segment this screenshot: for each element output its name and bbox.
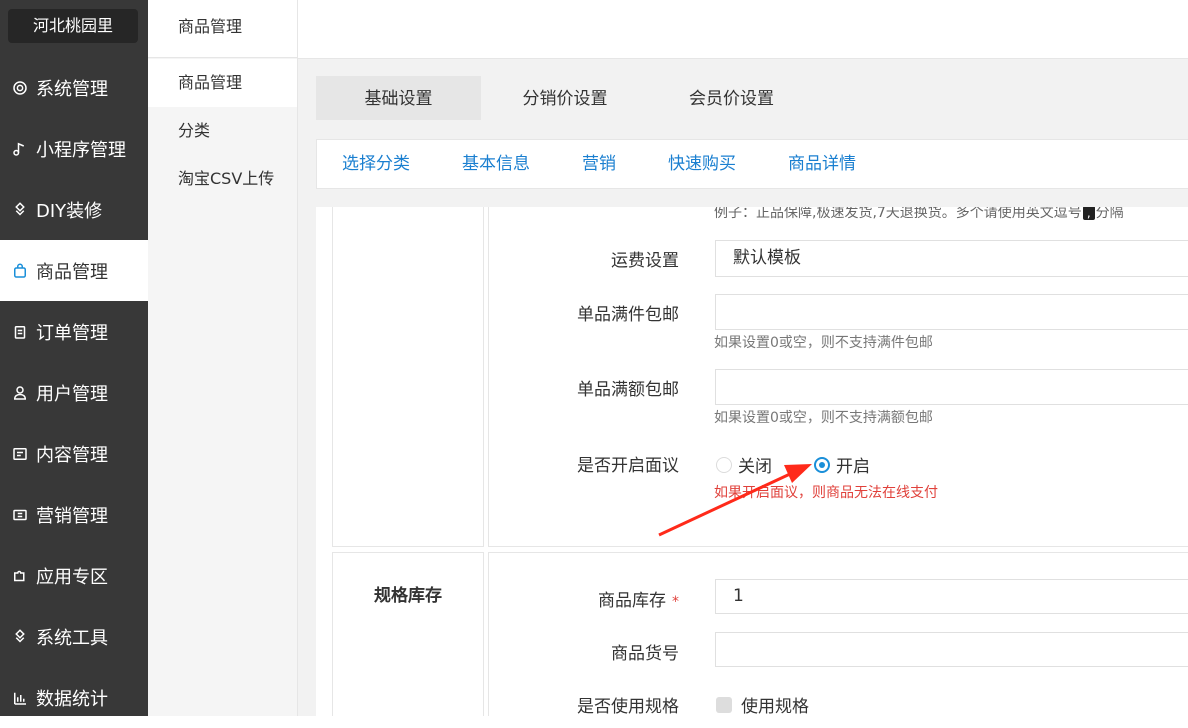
negotiate-off-radio[interactable]: 关闭 bbox=[716, 452, 772, 477]
tools-icon bbox=[10, 627, 30, 647]
free-pieces-input[interactable] bbox=[715, 294, 1188, 330]
ticket-icon bbox=[10, 505, 30, 525]
main-sidebar: 河北桃园里 系统管理小程序管理 DIY装修商品管理订单管理用户管理内容管理营销管理… bbox=[0, 0, 148, 716]
gear-icon bbox=[10, 78, 30, 98]
diamond-grid-icon bbox=[10, 200, 30, 220]
comma-key-badge: , bbox=[1082, 207, 1095, 220]
sidebar-item-label: 系统工具 bbox=[36, 627, 108, 649]
use-spec-label: 是否使用规格 bbox=[577, 697, 679, 716]
tab-marketing[interactable]: 营销 bbox=[582, 140, 616, 188]
sidebar-item-0[interactable]: 系统管理 bbox=[0, 57, 148, 118]
stock-input[interactable]: 1 bbox=[715, 579, 1188, 614]
brand-logo[interactable]: 河北桃园里 bbox=[8, 9, 138, 43]
stock-label-text: 商品库存 bbox=[598, 591, 666, 611]
sub-item-category[interactable]: 分类 bbox=[148, 107, 297, 155]
free-amount-hint: 如果设置0或空，则不支持满额包邮 bbox=[714, 410, 933, 426]
shipping-template-select[interactable]: 默认模板 bbox=[715, 240, 1188, 277]
free-pieces-hint: 如果设置0或空，则不支持满件包邮 bbox=[714, 335, 933, 351]
use-spec-checkbox-label: 使用规格 bbox=[741, 697, 809, 716]
tab-basic-info[interactable]: 基本信息 bbox=[462, 140, 530, 188]
clipboard-icon bbox=[10, 322, 30, 342]
checkbox-box bbox=[716, 696, 732, 713]
sidebar-item-label: DIY装修 bbox=[36, 200, 103, 222]
negotiate-hint: 如果开启面议，则商品无法在线支付 bbox=[714, 485, 938, 501]
bag-icon bbox=[10, 261, 30, 281]
sidebar-item-label: 用户管理 bbox=[36, 383, 108, 405]
sidebar-item-1[interactable]: 小程序管理 bbox=[0, 118, 148, 179]
spec-section-title: 规格库存 bbox=[374, 586, 442, 606]
bar-chart-icon bbox=[10, 688, 30, 708]
sidebar-item-label: 营销管理 bbox=[36, 505, 108, 527]
shipping-label: 运费设置 bbox=[611, 251, 679, 271]
radio-dot-selected bbox=[814, 456, 830, 473]
sub-item-goods-manage[interactable]: 商品管理 bbox=[148, 59, 297, 107]
service-tags-hint: 例子：正品保障,极速发货,7天退换货。多个请使用英文逗号, 分隔 bbox=[714, 207, 1124, 222]
tab-select-category[interactable]: 选择分类 bbox=[342, 140, 410, 188]
sku-input[interactable] bbox=[715, 632, 1188, 667]
sidebar-item-8[interactable]: 应用专区 bbox=[0, 545, 148, 606]
sku-label: 商品货号 bbox=[611, 644, 679, 664]
negotiate-on-label: 开启 bbox=[836, 457, 870, 477]
music-note-icon bbox=[10, 139, 30, 159]
sidebar-item-10[interactable]: 数据统计 bbox=[0, 667, 148, 728]
form-panel: 例子：正品保障,极速发货,7天退换货。多个请使用英文逗号, 分隔 运费设置 默认模… bbox=[316, 207, 1188, 716]
puzzle-icon bbox=[10, 566, 30, 586]
sub-item-taobao-csv-upload[interactable]: 淘宝CSV上传 bbox=[148, 155, 297, 203]
top-bar bbox=[298, 0, 1188, 59]
sidebar-item-label: 应用专区 bbox=[36, 566, 108, 588]
free-amount-input[interactable] bbox=[715, 369, 1188, 405]
radio-dot bbox=[716, 456, 732, 473]
negotiate-label: 是否开启面议 bbox=[577, 456, 679, 476]
negotiate-on-radio[interactable]: 开启 bbox=[814, 452, 870, 477]
user-icon bbox=[10, 383, 30, 403]
tab-member-price[interactable]: 会员价设置 bbox=[649, 76, 814, 120]
marketing-fields-cell: 例子：正品保障,极速发货,7天退换货。多个请使用英文逗号, 分隔 运费设置 默认模… bbox=[488, 207, 1188, 547]
tab-quick-buy[interactable]: 快速购买 bbox=[668, 140, 736, 188]
sub-sidebar-title: 商品管理 bbox=[148, 0, 297, 58]
tab-basic-settings[interactable]: 基础设置 bbox=[316, 76, 481, 120]
service-tags-hint-tail: 分隔 bbox=[1095, 207, 1124, 221]
use-spec-checkbox[interactable]: 使用规格 bbox=[716, 692, 809, 716]
service-tags-hint-text: 例子：正品保障,极速发货,7天退换货。多个请使用英文逗号 bbox=[714, 207, 1082, 221]
tab-distribution-price[interactable]: 分销价设置 bbox=[481, 76, 649, 120]
sidebar-item-label: 订单管理 bbox=[36, 322, 108, 344]
sidebar-item-5[interactable]: 用户管理 bbox=[0, 362, 148, 423]
document-icon bbox=[10, 444, 30, 464]
negotiate-off-label: 关闭 bbox=[738, 457, 772, 477]
sidebar-item-4[interactable]: 订单管理 bbox=[0, 301, 148, 362]
sidebar-item-2[interactable]: DIY装修 bbox=[0, 179, 148, 240]
sidebar-item-label: 系统管理 bbox=[36, 78, 108, 100]
stock-label: 商品库存 * bbox=[479, 586, 679, 611]
sub-sidebar: 商品管理 商品管理 分类 淘宝CSV上传 bbox=[148, 0, 298, 716]
free-amount-label: 单品满额包邮 bbox=[577, 380, 679, 400]
primary-tabs: 基础设置 分销价设置 会员价设置 bbox=[316, 76, 1188, 120]
tab-goods-detail[interactable]: 商品详情 bbox=[788, 140, 856, 188]
sidebar-item-6[interactable]: 内容管理 bbox=[0, 423, 148, 484]
sidebar-item-label: 内容管理 bbox=[36, 444, 108, 466]
required-star: * bbox=[672, 594, 679, 610]
sidebar-item-label: 数据统计 bbox=[36, 688, 108, 710]
sidebar-item-7[interactable]: 营销管理 bbox=[0, 484, 148, 545]
sidebar-item-label: 商品管理 bbox=[36, 261, 108, 283]
sidebar-item-9[interactable]: 系统工具 bbox=[0, 606, 148, 667]
sidebar-item-label: 小程序管理 bbox=[36, 139, 126, 161]
spec-section-label-cell: 规格库存 bbox=[332, 552, 484, 716]
section-label-cell bbox=[332, 207, 484, 547]
spec-fields-cell: 商品库存 * 1 商品货号 是否使用规格 使用规格 bbox=[488, 552, 1188, 716]
secondary-tabs: 选择分类 基本信息 营销 快速购买 商品详情 bbox=[316, 139, 1188, 189]
sidebar-item-3[interactable]: 商品管理 bbox=[0, 240, 148, 301]
free-pieces-label: 单品满件包邮 bbox=[577, 305, 679, 325]
main-content: 基础设置 分销价设置 会员价设置 选择分类 基本信息 营销 快速购买 商品详情 … bbox=[298, 59, 1188, 716]
